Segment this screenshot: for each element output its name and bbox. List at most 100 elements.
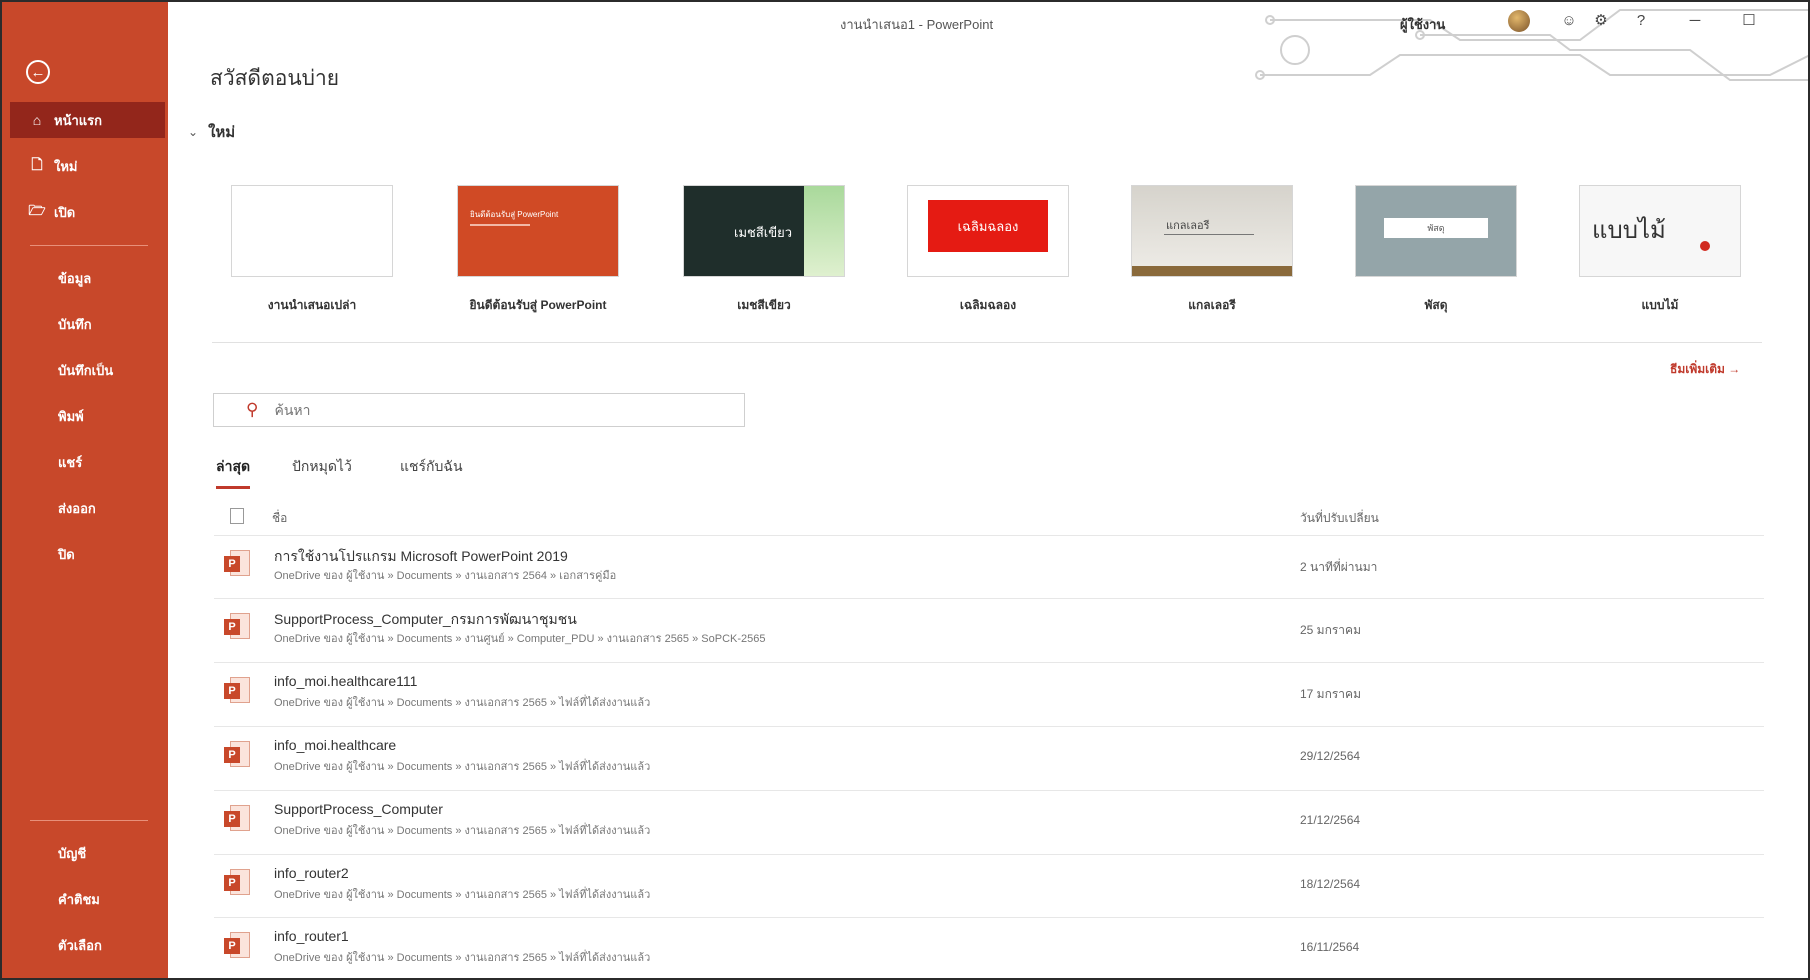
sidebar-item-account[interactable]: บัญชี [58, 843, 86, 864]
thumbnail-text: ยินดีต้อนรับสู่ PowerPoint [470, 210, 559, 219]
file-row[interactable]: P SupportProcess_Computer OneDrive ของ ผ… [214, 790, 1764, 853]
maximize-button[interactable]: ☐ [1736, 10, 1762, 32]
template-label: พัสดุ [1424, 298, 1448, 312]
sidebar-item-new[interactable]: 🗋 ใหม่ [10, 148, 165, 184]
thumbnail-text: แบบไม้ [1592, 216, 1666, 244]
sidebar-item-open[interactable]: 🗁 เปิด [10, 194, 165, 230]
template-wood-type[interactable]: แบบไม้ แบบไม้ [1580, 186, 1740, 312]
template-thumbnail: แกลเลอรี [1132, 186, 1292, 276]
new-section-label: ใหม่ [208, 124, 236, 141]
file-row[interactable]: P SupportProcess_Computer_กรมการพัฒนาชุม… [214, 598, 1764, 661]
template-label: งานนำเสนอเปล่า [267, 298, 357, 312]
thumbnail-gradient [804, 186, 844, 276]
template-thumbnail: แบบไม้ [1580, 186, 1740, 276]
search-box[interactable]: ⚲ [213, 393, 745, 427]
file-date: 21/12/2564 [1300, 813, 1361, 827]
file-name: การใช้งานโปรแกรม Microsoft PowerPoint 20… [274, 548, 568, 564]
new-section-toggle[interactable]: ⌄ ใหม่ [188, 120, 235, 144]
sidebar-item-save-as[interactable]: บันทึกเป็น [58, 360, 113, 381]
home-icon: ⌂ [32, 112, 42, 128]
powerpoint-file-icon: P [224, 805, 250, 835]
sidebar-item-save[interactable]: บันทึก [58, 314, 92, 335]
powerpoint-file-icon: P [224, 741, 250, 771]
user-name[interactable]: ผู้ใช้งาน [1400, 14, 1445, 35]
file-name: info_router1 [274, 928, 349, 944]
thumbnail-floor [1132, 266, 1292, 276]
file-row[interactable]: P การใช้งานโปรแกรม Microsoft PowerPoint … [214, 535, 1764, 598]
thumbnail-text: เมชสีเขียว [734, 225, 793, 240]
file-path: OneDrive ของ ผู้ใช้งาน » Documents » งาน… [274, 633, 766, 645]
thumbnail-line [1164, 234, 1254, 235]
file-path: OneDrive ของ ผู้ใช้งาน » Documents » งาน… [274, 761, 651, 773]
powerpoint-file-icon: P [224, 932, 250, 962]
template-thumbnail [232, 186, 392, 276]
file-name: info_moi.healthcare111 [274, 673, 418, 689]
search-icon: ⚲ [246, 400, 259, 419]
sidebar-item-home[interactable]: ⌂ หน้าแรก [10, 102, 165, 138]
file-row[interactable]: P info_moi.healthcare OneDrive ของ ผู้ใช… [214, 726, 1764, 789]
column-date-modified[interactable]: วันที่ปรับเปลี่ยน [1300, 509, 1379, 528]
template-label: เฉลิมฉลอง [959, 298, 1017, 312]
sidebar-item-export[interactable]: ส่งออก [58, 498, 96, 519]
tab-shared-with-me[interactable]: แชร์กับฉัน [400, 456, 463, 486]
template-label: เมชสีเขียว [737, 298, 791, 312]
settings-icon[interactable]: ⚙ [1588, 10, 1614, 32]
file-row[interactable]: P info_router1 OneDrive ของ ผู้ใช้งาน » … [214, 917, 1764, 980]
file-row[interactable]: P info_router2 OneDrive ของ ผู้ใช้งาน » … [214, 854, 1764, 917]
help-button[interactable]: ? [1628, 10, 1654, 32]
template-welcome[interactable]: ยินดีต้อนรับสู่ PowerPoint ยินดีต้อนรับส… [458, 186, 618, 312]
file-name: info_moi.healthcare [274, 737, 397, 753]
sidebar-item-feedback[interactable]: คำติชม [58, 889, 100, 910]
page-title: สวัสดีตอนบ่าย [210, 67, 340, 90]
circuit-decoration-icon [1255, 9, 1810, 81]
template-label: แบบไม้ [1641, 298, 1679, 312]
template-label: แกลเลอรี [1188, 298, 1236, 312]
avatar[interactable] [1508, 10, 1530, 32]
file-row[interactable]: P info_moi.healthcare111 OneDrive ของ ผู… [214, 662, 1764, 725]
new-document-icon: 🗋 [31, 156, 43, 172]
chevron-down-icon: ⌄ [188, 125, 199, 139]
window-title: งานนำเสนอ1 - PowerPoint [840, 17, 994, 32]
file-path: OneDrive ของ ผู้ใช้งาน » Documents » งาน… [274, 697, 651, 709]
tab-pinned[interactable]: ปักหมุดไว้ [292, 456, 352, 486]
tab-recent[interactable]: ล่าสุด [216, 456, 251, 489]
sidebar-divider [30, 820, 148, 821]
template-thumbnail: เฉลิมฉลอง [908, 186, 1068, 276]
template-thumbnail: ยินดีต้อนรับสู่ PowerPoint [458, 186, 618, 276]
sidebar-item-label: หน้าแรก [54, 112, 102, 128]
file-date: 18/12/2564 [1300, 877, 1361, 891]
feedback-smiley-icon[interactable]: ☺ [1556, 10, 1582, 32]
template-green-mesh[interactable]: เมชสีเขียว เมชสีเขียว [684, 186, 844, 312]
back-arrow-icon[interactable]: ← [26, 60, 50, 84]
sidebar: ← ⌂ หน้าแรก 🗋 ใหม่ 🗁 เปิด ข้อมูล บันทึก … [0, 0, 168, 980]
section-divider [212, 342, 1762, 343]
file-path: OneDrive ของ ผู้ใช้งาน » Documents » งาน… [274, 889, 651, 901]
sidebar-item-close[interactable]: ปิด [58, 544, 75, 565]
sidebar-item-info[interactable]: ข้อมูล [58, 268, 91, 289]
template-blank[interactable]: งานนำเสนอเปล่า [232, 186, 392, 312]
thumbnail-text: เฉลิมฉลอง [928, 200, 1048, 252]
thumbnail-text: พัสดุ [1384, 218, 1488, 238]
powerpoint-file-icon: P [224, 677, 250, 707]
thumbnail-text: แกลเลอรี [1166, 220, 1210, 232]
template-celebration[interactable]: เฉลิมฉลอง เฉลิมฉลอง [908, 186, 1068, 312]
file-date: 16/11/2564 [1300, 940, 1360, 954]
sidebar-item-options[interactable]: ตัวเลือก [58, 935, 102, 956]
more-themes-link[interactable]: ธีมเพิ่มเติม → [1670, 360, 1740, 379]
file-date: 2 นาทีที่ผ่านมา [1300, 560, 1378, 574]
search-input[interactable] [272, 401, 677, 419]
column-name[interactable]: ชื่อ [272, 509, 287, 528]
thumbnail-line [470, 224, 530, 226]
template-parcel[interactable]: พัสดุ พัสดุ [1356, 186, 1516, 312]
file-path: OneDrive ของ ผู้ใช้งาน » Documents » งาน… [274, 952, 651, 964]
open-folder-icon: 🗁 [28, 202, 46, 218]
file-name: SupportProcess_Computer [274, 801, 443, 817]
sidebar-item-label: ใหม่ [54, 158, 78, 174]
file-path: OneDrive ของ ผู้ใช้งาน » Documents » งาน… [274, 570, 617, 582]
minimize-button[interactable]: ─ [1682, 10, 1708, 32]
file-date: 29/12/2564 [1300, 749, 1361, 763]
sidebar-item-label: เปิด [54, 204, 76, 220]
sidebar-item-print[interactable]: พิมพ์ [58, 406, 84, 427]
template-gallery[interactable]: แกลเลอรี แกลเลอรี [1132, 186, 1292, 312]
sidebar-item-share[interactable]: แชร์ [58, 452, 82, 473]
